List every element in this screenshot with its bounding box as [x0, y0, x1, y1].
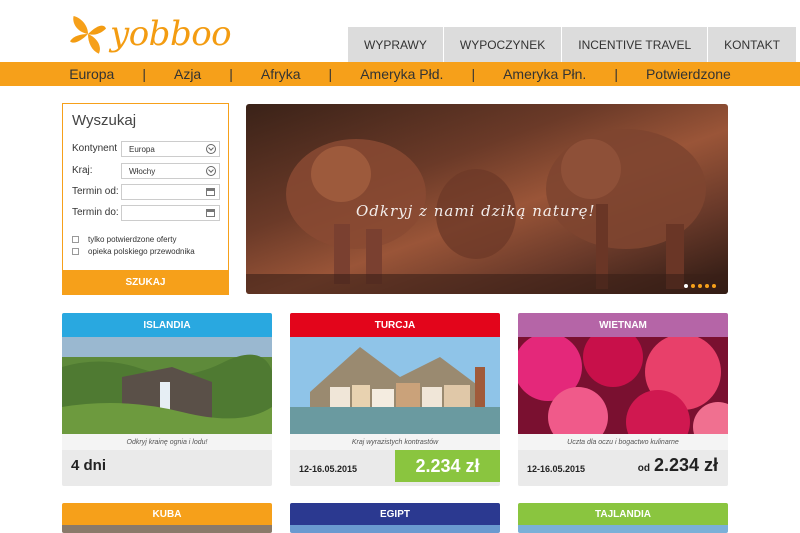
calendar-icon[interactable] — [206, 188, 215, 196]
kontynent-value: Europa — [129, 144, 155, 154]
card-title: TAJLANDIA — [518, 503, 728, 525]
slider-dot[interactable] — [705, 284, 709, 288]
logo-text: yobboo — [110, 14, 232, 54]
confirmed-offers-checkbox[interactable] — [72, 236, 79, 243]
price-block: od 2.234 zł — [638, 455, 718, 476]
category-europa[interactable]: Europa — [41, 66, 142, 82]
offer-card-egipt[interactable]: EGIPT — [290, 503, 500, 533]
calendar-icon[interactable] — [206, 209, 215, 217]
slider-dot[interactable] — [691, 284, 695, 288]
category-ameryka-pld[interactable]: Ameryka Płd. — [332, 66, 471, 82]
offer-card-turcja[interactable]: TURCJA Kraj wyrazistych kontrastów 12-16… — [290, 313, 500, 486]
termin-do-input[interactable] — [121, 205, 220, 221]
kraj-select[interactable]: Włochy — [121, 163, 220, 179]
card-subtitle: Odkryj krainę ognia i lodu! — [62, 434, 272, 450]
category-ameryka-pln[interactable]: Ameryka Płn. — [475, 66, 614, 82]
slider-dots — [684, 284, 716, 288]
kontynent-label: Kontynent — [72, 143, 118, 154]
termin-do-label: Termin do: — [72, 207, 119, 218]
islandia-waterfall-image — [62, 337, 272, 434]
pinwheel-logo-icon — [70, 16, 106, 54]
confirmed-offers-label: tylko potwierdzone oferty — [88, 235, 177, 244]
card-subtitle: Uczta dla oczu i bogactwo kulinarne — [518, 434, 728, 450]
tajlandia-image — [518, 525, 728, 533]
category-azja[interactable]: Azja — [146, 66, 229, 82]
category-bar: Europa | Azja | Afryka | Ameryka Płd. | … — [0, 62, 800, 86]
offer-card-wietnam[interactable]: WIETNAM Uczta dla oczu i bogactwo kulina… — [518, 313, 728, 486]
slider-dot[interactable] — [698, 284, 702, 288]
price-value: 2.234 zł — [653, 455, 718, 475]
polish-guide-checkbox[interactable] — [72, 248, 79, 255]
hero-elephants-image — [246, 129, 728, 294]
slider-dot[interactable] — [684, 284, 688, 288]
chevron-down-icon — [206, 144, 216, 154]
offer-card-islandia[interactable]: ISLANDIA Odkryj krainę ognia i lodu! 4 d… — [62, 313, 272, 486]
card-title: KUBA — [62, 503, 272, 525]
nav-wypoczynek[interactable]: WYPOCZYNEK — [442, 27, 561, 62]
slider-dot[interactable] — [712, 284, 716, 288]
page: yobboo WYPRAWY WYPOCZYNEK INCENTIVE TRAV… — [0, 0, 800, 533]
card-title: TURCJA — [290, 313, 500, 337]
nav-incentive-travel[interactable]: INCENTIVE TRAVEL — [561, 27, 707, 62]
card-title: EGIPT — [290, 503, 500, 525]
offer-card-tajlandia[interactable]: TAJLANDIA — [518, 503, 728, 533]
search-button[interactable]: SZUKAJ — [62, 270, 229, 295]
card-title: ISLANDIA — [62, 313, 272, 337]
chevron-down-icon — [206, 166, 216, 176]
trip-dates: 12-16.05.2015 — [299, 464, 358, 474]
polish-guide-label: opieka polskiego przewodnika — [88, 247, 195, 256]
trip-dates: 12-16.05.2015 — [527, 464, 586, 474]
category-afryka[interactable]: Afryka — [233, 66, 329, 82]
nav-wyprawy[interactable]: WYPRAWY — [348, 27, 443, 62]
card-subtitle: Kraj wyrazistych kontrastów — [290, 434, 500, 450]
category-potwierdzone[interactable]: Potwierdzone — [618, 66, 759, 82]
polish-guide-checkbox-row[interactable]: opieka polskiego przewodnika — [72, 247, 195, 256]
price-badge[interactable]: 2.234 zł — [395, 450, 500, 482]
kraj-value: Włochy — [129, 166, 156, 176]
termin-od-input[interactable] — [121, 184, 220, 200]
site-logo[interactable]: yobboo — [70, 10, 232, 58]
egipt-image — [290, 525, 500, 533]
turcja-town-image — [290, 337, 500, 434]
hero-tagline: Odkryj z nami dziką naturę! — [356, 202, 596, 220]
card-footer: 12-16.05.2015 2.234 zł — [290, 450, 500, 486]
wietnam-umbrellas-image — [518, 337, 728, 434]
card-footer: 4 dni — [62, 450, 272, 486]
kontynent-select[interactable]: Europa — [121, 141, 220, 157]
kuba-image — [62, 525, 272, 533]
hero-slider[interactable]: Odkryj z nami dziką naturę! — [246, 104, 728, 294]
trip-duration: 4 dni — [71, 457, 107, 474]
card-footer: 12-16.05.2015 od 2.234 zł — [518, 450, 728, 486]
search-panel: Wyszukaj Kontynent Europa Kraj: Włochy T… — [62, 103, 229, 295]
confirmed-offers-checkbox-row[interactable]: tylko potwierdzone oferty — [72, 235, 177, 244]
top-navigation: WYPRAWY WYPOCZYNEK INCENTIVE TRAVEL KONT… — [348, 27, 796, 62]
price-from-label: od — [637, 463, 650, 474]
termin-od-label: Termin od: — [72, 186, 119, 197]
nav-kontakt[interactable]: KONTAKT — [707, 27, 796, 62]
card-title: WIETNAM — [518, 313, 728, 337]
offer-card-kuba[interactable]: KUBA — [62, 503, 272, 533]
search-title: Wyszukaj — [72, 112, 137, 129]
kraj-label: Kraj: — [72, 165, 93, 176]
